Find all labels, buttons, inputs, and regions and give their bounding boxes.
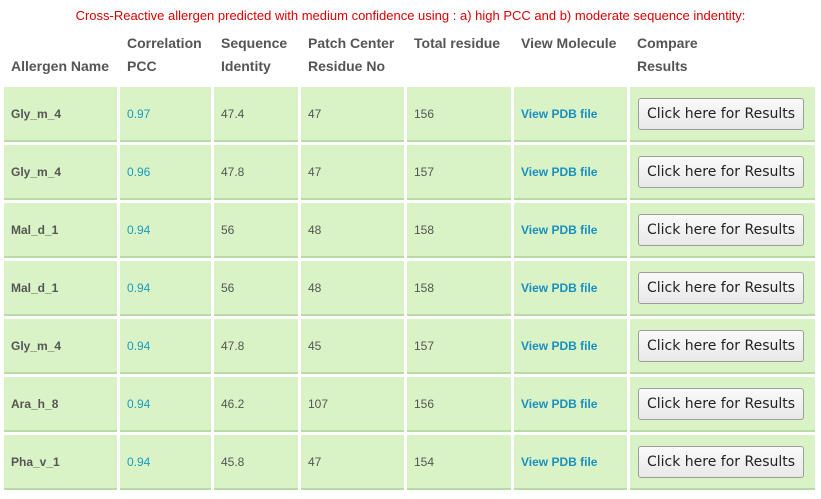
allergen-name-cell: Pha_v_1 <box>4 435 117 490</box>
pcc-cell: 0.94 <box>120 435 211 490</box>
pcc-cell: 0.96 <box>120 145 211 200</box>
table-row: Mal_d_1 0.94 56 48 158 View PDB file Cli… <box>4 203 815 258</box>
view-pdb-link[interactable]: View PDB file <box>514 87 627 142</box>
header-total-residue: Total residue <box>407 32 511 84</box>
compare-results-cell: Click here for Results <box>630 203 815 258</box>
patch-center-cell: 107 <box>301 377 404 432</box>
table-row: Gly_m_4 0.96 47.8 47 157 View PDB file C… <box>4 145 815 200</box>
header-row: Allergen Name Correlation PCC Sequence Ide… <box>4 32 815 84</box>
compare-results-cell: Click here for Results <box>630 319 815 374</box>
header-compare-results: Compare Results <box>630 32 815 84</box>
total-residue-cell: 157 <box>407 319 511 374</box>
pcc-cell: 0.94 <box>120 261 211 316</box>
results-button[interactable]: Click here for Results <box>638 271 804 304</box>
total-residue-cell: 156 <box>407 87 511 142</box>
compare-results-cell: Click here for Results <box>630 145 815 200</box>
view-pdb-link[interactable]: View PDB file <box>514 319 627 374</box>
sequence-identity-cell: 47.4 <box>214 87 298 142</box>
pcc-cell: 0.94 <box>120 203 211 258</box>
header-allergen-name: Allergen Name <box>4 32 117 84</box>
allergen-name-cell: Gly_m_4 <box>4 87 117 142</box>
results-button[interactable]: Click here for Results <box>638 387 804 420</box>
sequence-identity-cell: 46.2 <box>214 377 298 432</box>
patch-center-cell: 45 <box>301 319 404 374</box>
compare-results-cell: Click here for Results <box>630 435 815 490</box>
total-residue-cell: 157 <box>407 145 511 200</box>
view-pdb-link[interactable]: View PDB file <box>514 145 627 200</box>
view-pdb-link[interactable]: View PDB file <box>514 435 627 490</box>
pcc-cell: 0.94 <box>120 319 211 374</box>
sequence-identity-cell: 47.8 <box>214 319 298 374</box>
results-button[interactable]: Click here for Results <box>638 329 804 362</box>
compare-results-cell: Click here for Results <box>630 87 815 142</box>
pcc-cell: 0.94 <box>120 377 211 432</box>
view-pdb-link[interactable]: View PDB file <box>514 377 627 432</box>
sequence-identity-cell: 47.8 <box>214 145 298 200</box>
total-residue-cell: 158 <box>407 203 511 258</box>
total-residue-cell: 154 <box>407 435 511 490</box>
header-view-molecule: View Molecule <box>514 32 627 84</box>
allergen-name-cell: Ara_h_8 <box>4 377 117 432</box>
allergen-name-cell: Gly_m_4 <box>4 319 117 374</box>
allergen-name-cell: Gly_m_4 <box>4 145 117 200</box>
table-row: Pha_v_1 0.94 45.8 47 154 View PDB file C… <box>4 435 815 490</box>
total-residue-cell: 158 <box>407 261 511 316</box>
view-pdb-link[interactable]: View PDB file <box>514 261 627 316</box>
results-button[interactable]: Click here for Results <box>638 445 804 478</box>
sequence-identity-cell: 45.8 <box>214 435 298 490</box>
header-correlation-pcc: Correlation PCC <box>120 32 211 84</box>
sequence-identity-cell: 56 <box>214 261 298 316</box>
table-row: Gly_m_4 0.94 47.8 45 157 View PDB file C… <box>4 319 815 374</box>
sequence-identity-cell: 56 <box>214 203 298 258</box>
results-button[interactable]: Click here for Results <box>638 97 804 130</box>
allergen-results-table: Allergen Name Correlation PCC Sequence Ide… <box>1 29 818 493</box>
patch-center-cell: 48 <box>301 203 404 258</box>
view-pdb-link[interactable]: View PDB file <box>514 203 627 258</box>
table-row: Ara_h_8 0.94 46.2 107 156 View PDB file … <box>4 377 815 432</box>
patch-center-cell: 47 <box>301 145 404 200</box>
pcc-cell: 0.97 <box>120 87 211 142</box>
table-caption: Cross-Reactive allergen predicted with m… <box>75 8 746 23</box>
patch-center-cell: 48 <box>301 261 404 316</box>
patch-center-cell: 47 <box>301 87 404 142</box>
header-sequence-identity: Sequence Identity <box>214 32 298 84</box>
table-row: Gly_m_4 0.97 47.4 47 156 View PDB file C… <box>4 87 815 142</box>
compare-results-cell: Click here for Results <box>630 377 815 432</box>
results-button[interactable]: Click here for Results <box>638 213 804 246</box>
results-button[interactable]: Click here for Results <box>638 155 804 188</box>
compare-results-cell: Click here for Results <box>630 261 815 316</box>
total-residue-cell: 156 <box>407 377 511 432</box>
table-row: Mal_d_1 0.94 56 48 158 View PDB file Cli… <box>4 261 815 316</box>
allergen-name-cell: Mal_d_1 <box>4 203 117 258</box>
allergen-name-cell: Mal_d_1 <box>4 261 117 316</box>
patch-center-cell: 47 <box>301 435 404 490</box>
header-patch-center: Patch Center Residue No <box>301 32 404 84</box>
